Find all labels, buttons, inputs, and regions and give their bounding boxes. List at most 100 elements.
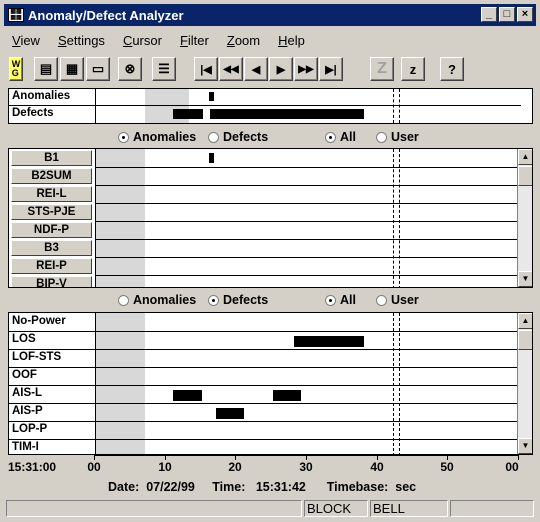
scroll-up-icon[interactable]: ▲ — [518, 149, 532, 165]
cursor-line[interactable] — [393, 89, 394, 123]
menu-help[interactable]: Help — [278, 33, 305, 48]
cursor-line[interactable] — [399, 149, 400, 287]
first-button[interactable]: |◀ — [194, 57, 218, 81]
axis-tick-label: 00 — [505, 460, 519, 474]
row-label-lof-sts: LOF-STS — [12, 351, 62, 363]
axis-tick-label: 40 — [370, 460, 384, 474]
radio-all[interactable]: All — [325, 293, 356, 307]
defects-pane: No-Power LOS LOF-STS OOF AIS-L AIS-P LOP… — [8, 312, 533, 455]
status-block: BLOCK — [304, 500, 368, 517]
radio-user[interactable]: User — [376, 293, 419, 307]
defects-scrollbar[interactable]: ▲ ▼ — [517, 313, 532, 454]
radio-anomalies[interactable]: Anomalies — [118, 293, 196, 307]
date-value: 07/22/99 — [146, 480, 195, 494]
time-label: Time: — [212, 480, 246, 494]
fast-forward-button[interactable]: ▶▶ — [294, 57, 318, 81]
summary-label-defects: Defects — [12, 107, 54, 119]
help-button[interactable]: ? — [440, 57, 464, 81]
row-button-rei-p[interactable]: REI-P — [11, 258, 92, 274]
timebase-label: Timebase: — [326, 480, 389, 494]
ais-l-defect-bar — [173, 390, 202, 401]
menu-view[interactable]: View — [12, 33, 40, 48]
menu-cursor[interactable]: Cursor — [123, 33, 162, 48]
axis-start-time: 15:31:00 — [8, 460, 57, 474]
time-axis: 15:31:00 00 10 20 30 40 50 00 — [8, 455, 533, 477]
filter-icon[interactable]: ⊗ — [118, 57, 142, 81]
maximize-button[interactable]: □ — [499, 7, 515, 22]
anomalies-scrollbar[interactable]: ▲ ▼ — [517, 149, 532, 287]
list-icon[interactable]: ☰ — [152, 57, 176, 81]
radio-defects[interactable]: Defects — [208, 293, 268, 307]
table-view-icon[interactable]: ▦ — [60, 57, 84, 81]
row-button-ndf-p[interactable]: NDF-P — [11, 222, 92, 238]
row-label-lop-p: LOP-P — [12, 423, 48, 435]
zoom-out-button[interactable]: Z — [370, 57, 394, 81]
graph-view-icon[interactable]: ▤ — [34, 57, 58, 81]
menu-settings[interactable]: Settings — [58, 33, 105, 48]
los-defect-bar — [294, 336, 364, 347]
summary-defect-bar — [173, 109, 203, 119]
ais-p-defect-bar — [216, 408, 244, 419]
radio-user[interactable]: User — [376, 130, 419, 144]
back-button[interactable]: ◀ — [244, 57, 268, 81]
ais-l-defect-bar — [273, 390, 301, 401]
close-button[interactable]: × — [517, 7, 533, 22]
axis-tick-label: 30 — [299, 460, 313, 474]
date-label: Date: — [108, 480, 140, 494]
cursor-line[interactable] — [399, 313, 400, 454]
filter-bar-2: Anomalies Defects All User — [8, 290, 533, 310]
window-view-icon[interactable]: ▭ — [86, 57, 110, 81]
scroll-up-icon[interactable]: ▲ — [518, 313, 532, 329]
b1-anomaly-mark — [209, 153, 214, 163]
row-label-oof: OOF — [12, 369, 37, 381]
row-label-ais-l: AIS-L — [12, 387, 43, 399]
toolbar: WG ▤ ▦ ▭ ⊗ ☰ |◀ ◀◀ ◀ ▶ ▶▶ ▶| Z z ? — [4, 54, 536, 84]
title-bar: ▦▦ ▦▦ Anomaly/Defect Analyzer _ □ × — [4, 4, 536, 26]
anomalies-pane: B1 B2SUM REI-L STS-PJE NDF-P B3 REI-P BI… — [8, 148, 533, 288]
row-label-los: LOS — [12, 333, 36, 345]
time-value: 15:31:42 — [255, 480, 306, 494]
last-button[interactable]: ▶| — [319, 57, 343, 81]
menu-bar: View Settings Cursor Filter Zoom Help — [4, 30, 536, 50]
forward-button[interactable]: ▶ — [269, 57, 293, 81]
window-title: Anomaly/Defect Analyzer — [28, 7, 184, 23]
radio-defects[interactable]: Defects — [208, 130, 268, 144]
timebase-value: sec — [395, 480, 417, 494]
row-button-rei-l[interactable]: REI-L — [11, 186, 92, 202]
summary-label-anomalies: Anomalies — [12, 90, 71, 102]
row-button-sts-pje[interactable]: STS-PJE — [11, 204, 92, 220]
radio-all[interactable]: All — [325, 130, 356, 144]
filter-bar-1: Anomalies Defects All User — [8, 127, 533, 147]
row-label-tim-i: TIM-I — [12, 441, 39, 453]
menu-zoom[interactable]: Zoom — [227, 33, 260, 48]
axis-tick-label: 20 — [228, 460, 242, 474]
menu-filter[interactable]: Filter — [180, 33, 209, 48]
scroll-down-icon[interactable]: ▼ — [518, 271, 532, 287]
cursor-line[interactable] — [393, 313, 394, 454]
scroll-thumb[interactable] — [518, 166, 532, 186]
logo-icon: WG — [9, 57, 23, 81]
row-button-b2sum[interactable]: B2SUM — [11, 168, 92, 184]
status-bar: BLOCK BELL — [4, 498, 536, 518]
axis-tick-label: 50 — [440, 460, 454, 474]
zoom-button[interactable]: z — [401, 57, 425, 81]
minimize-button[interactable]: _ — [481, 7, 497, 22]
row-label-ais-p: AIS-P — [12, 405, 43, 417]
status-bell: BELL — [370, 500, 448, 517]
app-icon: ▦▦ ▦▦ — [8, 8, 24, 22]
cursor-line[interactable] — [393, 149, 394, 287]
fast-back-button[interactable]: ◀◀ — [219, 57, 243, 81]
status-panel-main — [6, 500, 302, 517]
scroll-down-icon[interactable]: ▼ — [518, 438, 532, 454]
cursor-line[interactable] — [399, 89, 400, 123]
summary-anomaly-mark — [209, 92, 214, 101]
row-button-bip-v[interactable]: BIP-V — [11, 276, 92, 287]
summary-pane: Anomalies Defects — [8, 88, 533, 124]
scroll-thumb[interactable] — [518, 330, 532, 350]
axis-tick-label: 00 — [87, 460, 101, 474]
row-button-b1[interactable]: B1 — [11, 150, 92, 166]
info-line: Date: 07/22/99 Time: 15:31:42 Timebase: … — [108, 480, 416, 494]
radio-anomalies[interactable]: Anomalies — [118, 130, 196, 144]
row-button-b3[interactable]: B3 — [11, 240, 92, 256]
status-panel-extra — [450, 500, 534, 517]
